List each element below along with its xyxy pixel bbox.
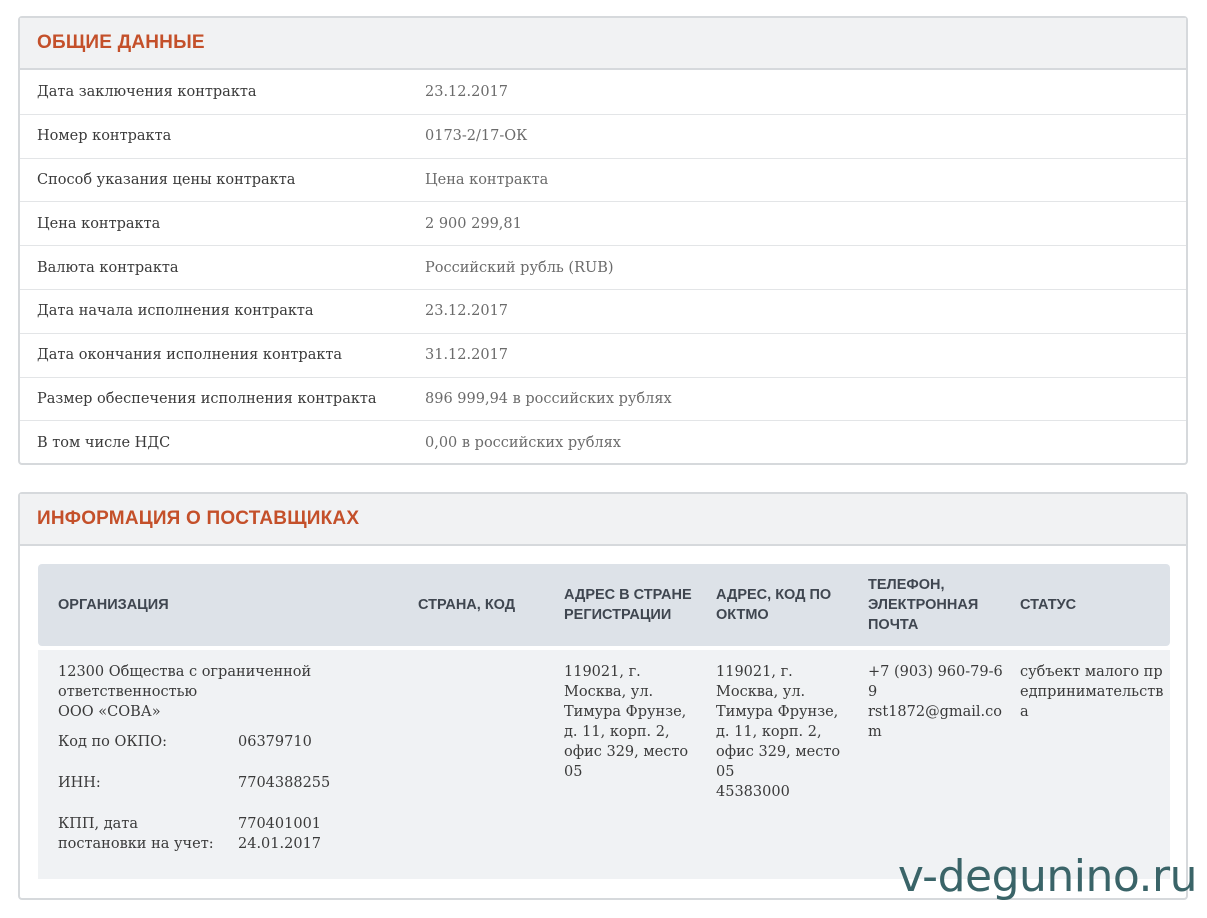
row-label: Номер контракта (37, 128, 172, 145)
row-value: 896 999,94 в российских рублях (425, 390, 672, 407)
phone-text: +7 (903) 960-79-69 (868, 664, 1003, 700)
row-value: 23.12.2017 (425, 303, 509, 320)
organization-name-line: ответственностью (58, 684, 198, 700)
site-watermark: v-degunino.ru (897, 851, 1198, 902)
column-header-address-registration: АДРЕС В СТРАНЕ РЕГИСТРАЦИИ (564, 587, 692, 623)
country-cell (398, 662, 551, 879)
suppliers-title: ИНФОРМАЦИЯ О ПОСТАВЩИКАХ (37, 508, 360, 529)
row-value: 0,00 в российских рублях (425, 434, 621, 451)
kpp-value: 770401001 (238, 816, 322, 832)
general-data-rows: Дата заключения контракта 23.12.2017 Номе… (20, 70, 1186, 464)
table-row: В том числе НДС 0,00 в российских рублях (20, 420, 1186, 464)
column-header-address-oktmo: АДРЕС, КОД ПО ОКТМО (716, 587, 832, 623)
table-row: Размер обеспечения исполнения контракта 8… (20, 376, 1186, 421)
address-registration-cell: 119021, г. Москва, ул. Тимура Фрунзе, д.… (564, 664, 689, 780)
oktmo-code: 45383000 (716, 784, 790, 800)
row-value: Цена контракта (425, 171, 549, 188)
kpp-date: 24.01.2017 (238, 836, 322, 852)
row-value: 2 900 299,81 (425, 215, 522, 232)
table-row: 12300 Общества с ограниченной ответствен… (38, 650, 1170, 879)
general-data-header: ОБЩИЕ ДАННЫЕ (20, 18, 1186, 70)
row-value: 0173-2/17-ОК (425, 128, 528, 145)
table-row: Номер контракта 0173-2/17-ОК (20, 113, 1186, 158)
inn-label: ИНН: (58, 775, 101, 791)
suppliers-table-head: ОРГАНИЗАЦИЯ СТРАНА, КОД АДРЕС В СТРАНЕ Р… (38, 564, 1170, 646)
status-cell: субъект малого предпринимательства (1020, 664, 1164, 720)
table-row: Дата начала исполнения контракта 23.12.20… (20, 288, 1186, 333)
contact-cell: +7 (903) 960-79-69 rst1872@gmail.com (855, 662, 1007, 879)
suppliers-panel: ИНФОРМАЦИЯ О ПОСТАВЩИКАХ ОРГАНИЗАЦИЯ СТР… (18, 492, 1188, 900)
address-oktmo-text: 119021, г. Москва, ул. Тимура Фрунзе, д.… (716, 664, 841, 780)
general-data-panel: ОБЩИЕ ДАННЫЕ Дата заключения контракта 23… (18, 16, 1188, 465)
column-header-organization: ОРГАНИЗАЦИЯ (58, 597, 169, 613)
kpp-field: КПП, дата постановки на учет: 770401001 … (58, 814, 398, 854)
row-label: Валюта контракта (37, 259, 179, 276)
column-header-status: СТАТУС (1020, 597, 1077, 613)
column-header-contact: ТЕЛЕФОН, ЭЛЕКТРОННАЯ ПОЧТА (868, 577, 979, 633)
suppliers-table: ОРГАНИЗАЦИЯ СТРАНА, КОД АДРЕС В СТРАНЕ Р… (38, 564, 1170, 879)
row-label: Размер обеспечения исполнения контракта (37, 390, 377, 407)
table-row: Валюта контракта Российский рубль (RUB) (20, 245, 1186, 289)
inn-field: ИНН: 7704388255 (58, 773, 398, 793)
table-row: Дата заключения контракта 23.12.2017 (20, 70, 1186, 114)
row-label: Дата окончания исполнения контракта (37, 347, 343, 364)
okpo-value: 06379710 (238, 734, 312, 750)
okpo-label: Код по ОКПО: (58, 734, 168, 750)
kpp-value-block: 770401001 24.01.2017 (238, 814, 321, 854)
suppliers-header: ИНФОРМАЦИЯ О ПОСТАВЩИКАХ (20, 494, 1186, 546)
address-oktmo-cell: 119021, г. Москва, ул. Тимура Фрунзе, д.… (703, 662, 855, 879)
table-row: Способ указания цены контракта Цена контр… (20, 157, 1186, 202)
general-data-title: ОБЩИЕ ДАННЫЕ (37, 32, 205, 53)
row-label: Способ указания цены контракта (37, 171, 296, 188)
table-row: Цена контракта 2 900 299,81 (20, 201, 1186, 245)
row-value: 23.12.2017 (425, 83, 509, 100)
organization-name-line: ООО «СОВА» (58, 704, 161, 720)
row-value: 31.12.2017 (425, 347, 509, 364)
row-value: Российский рубль (RUB) (425, 259, 614, 276)
inn-value: 7704388255 (238, 775, 331, 791)
column-header-country: СТРАНА, КОД (418, 597, 516, 613)
row-label: В том числе НДС (37, 434, 171, 451)
organization-name-line: 12300 Общества с ограниченной (58, 664, 312, 680)
kpp-label: КПП, дата постановки на учет: (58, 816, 214, 852)
row-label: Цена контракта (37, 215, 161, 232)
row-label: Дата заключения контракта (37, 83, 257, 100)
row-label: Дата начала исполнения контракта (37, 303, 314, 320)
organization-cell: 12300 Общества с ограниченной ответствен… (38, 662, 398, 879)
okpo-field: Код по ОКПО: 06379710 (58, 732, 398, 752)
email-link[interactable]: rst1872@gmail.com (868, 702, 1007, 742)
table-row: Дата окончания исполнения контракта 31.12… (20, 332, 1186, 377)
